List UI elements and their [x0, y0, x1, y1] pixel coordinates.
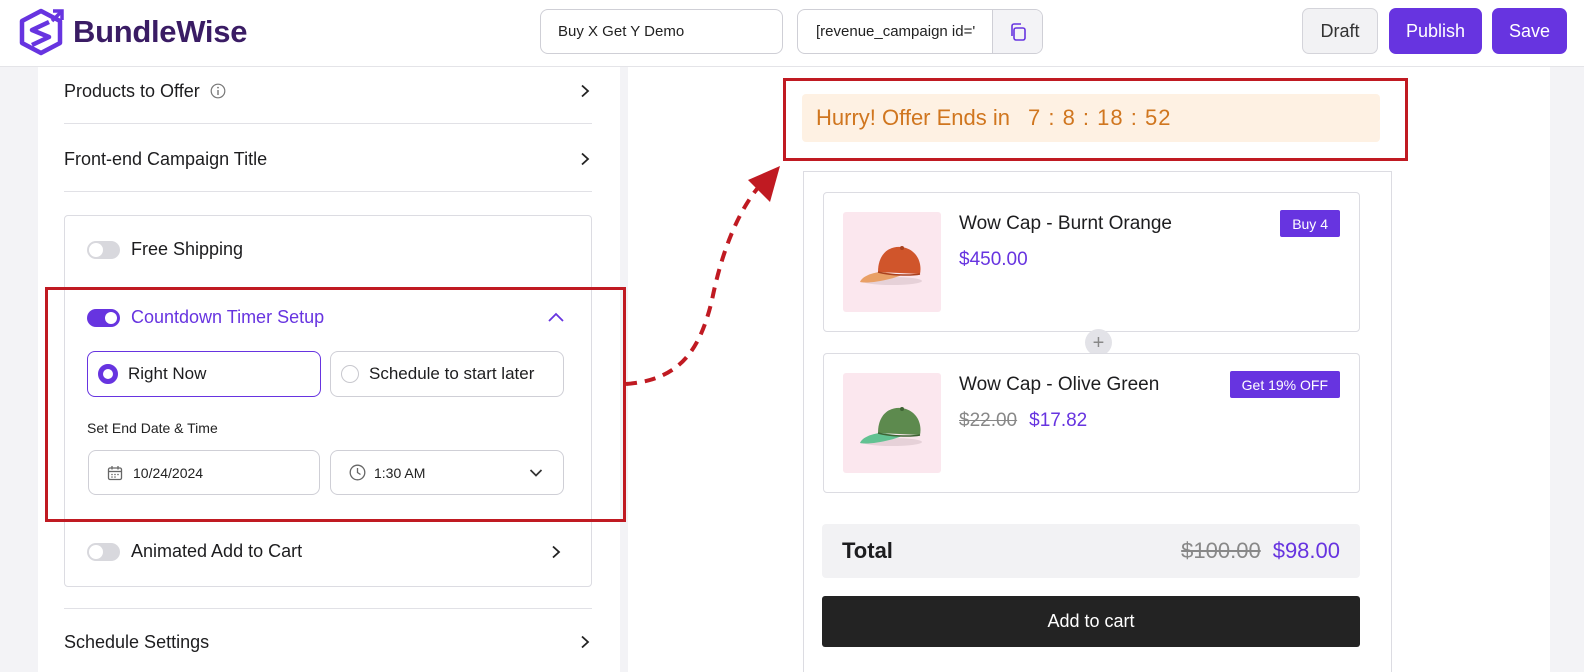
product-card[interactable]: Wow Cap - Olive Green $22.00 $17.82 Get …: [823, 353, 1360, 493]
total-original-price: $100.00: [1181, 538, 1261, 563]
total-row: Total $100.00 $98.00: [822, 524, 1360, 578]
section-schedule-settings[interactable]: Schedule Settings: [64, 631, 592, 653]
total-label: Total: [842, 538, 893, 563]
current-price: $450.00: [959, 249, 1028, 270]
total-discounted-price: $98.00: [1272, 538, 1340, 563]
animated-cart-toggle[interactable]: [87, 543, 120, 561]
offer-badge: Get 19% OFF: [1229, 371, 1340, 398]
plus-icon: +: [1085, 329, 1112, 356]
divider: [64, 191, 592, 192]
product-price: $22.00 $17.82: [959, 410, 1087, 432]
total-prices: $100.00 $98.00: [1181, 538, 1340, 564]
shortcode-field[interactable]: [revenue_campaign id=': [797, 9, 1043, 54]
section-frontend-title[interactable]: Front-end Campaign Title: [64, 148, 592, 170]
campaign-name-input[interactable]: [540, 9, 783, 54]
current-price: $17.82: [1029, 410, 1088, 431]
section-products-to-offer[interactable]: Products to Offer: [64, 80, 592, 102]
product-image: [843, 373, 941, 473]
free-shipping-toggle[interactable]: [87, 241, 120, 259]
divider: [64, 123, 592, 124]
publish-button[interactable]: Publish: [1389, 8, 1482, 54]
animated-cart-label: Animated Add to Cart: [131, 541, 303, 561]
divider: [64, 608, 592, 609]
save-button[interactable]: Save: [1492, 8, 1567, 54]
product-image: [843, 212, 941, 312]
shortcode-text: [revenue_campaign id=': [816, 23, 976, 40]
product-name: Wow Cap - Olive Green: [959, 374, 1160, 395]
free-shipping-label: Free Shipping: [131, 239, 244, 259]
product-name: Wow Cap - Burnt Orange: [959, 213, 1172, 234]
product-price: $450.00: [959, 249, 1028, 271]
schedule-settings-label: Schedule Settings: [64, 631, 210, 652]
add-to-cart-button[interactable]: Add to cart: [822, 596, 1360, 647]
frontend-title-label: Front-end Campaign Title: [64, 148, 268, 169]
top-bar: BundleWise [revenue_campaign id=' Draft …: [0, 0, 1584, 67]
brand-logo[interactable]: BundleWise: [18, 8, 247, 56]
product-card[interactable]: Wow Cap - Burnt Orange $450.00 Buy 4: [823, 192, 1360, 332]
original-price: $22.00: [959, 410, 1018, 431]
bundlewise-logo-icon: [19, 8, 64, 56]
info-icon[interactable]: [210, 83, 226, 99]
chevron-right-icon[interactable]: [549, 545, 563, 559]
offer-badge: Buy 4: [1280, 210, 1340, 237]
chevron-right-icon: [581, 635, 590, 649]
chevron-right-icon: [581, 84, 590, 98]
chevron-right-icon: [581, 152, 590, 166]
products-to-offer-label: Products to Offer: [64, 80, 200, 101]
cap-orange-icon: [860, 246, 922, 285]
cap-green-icon: [860, 407, 922, 446]
copy-icon: [1010, 22, 1026, 41]
brand-name: BundleWise: [73, 14, 248, 49]
draft-button[interactable]: Draft: [1302, 8, 1378, 54]
countdown-setup-highlight: [45, 287, 626, 522]
countdown-banner-highlight: [783, 78, 1408, 161]
copy-shortcode-button[interactable]: [992, 10, 1042, 53]
